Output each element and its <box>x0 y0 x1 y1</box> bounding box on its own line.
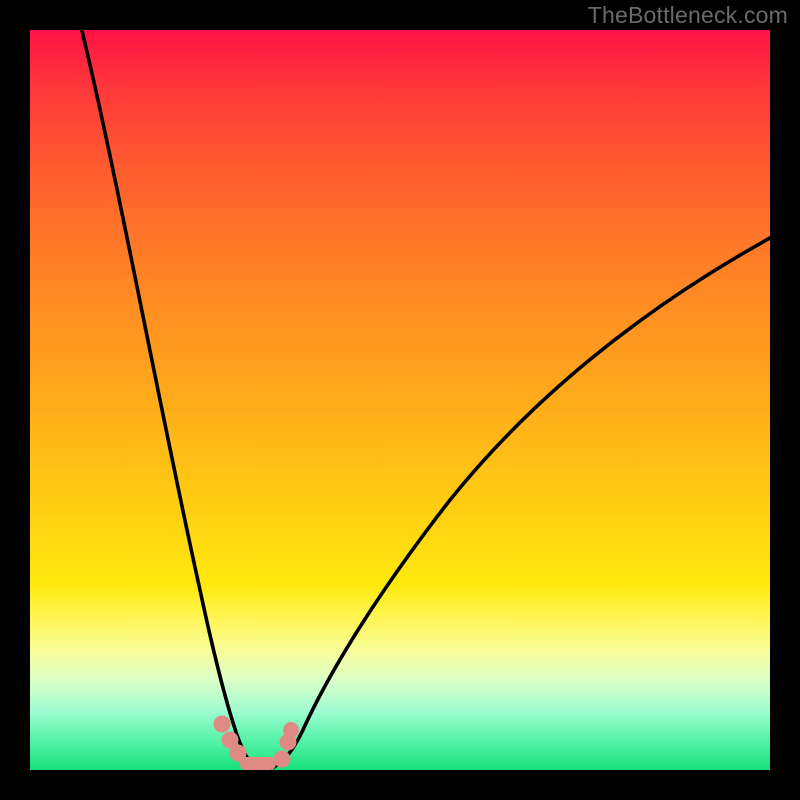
bottleneck-curve-svg <box>30 30 770 770</box>
marker-dot <box>240 757 276 770</box>
plot-area <box>30 30 770 770</box>
marker-group <box>214 716 300 771</box>
watermark-text: TheBottleneck.com <box>588 2 788 29</box>
marker-dot <box>283 722 299 738</box>
bottleneck-curve-path <box>82 30 770 769</box>
marker-dot <box>214 716 231 733</box>
marker-dot <box>274 751 291 768</box>
chart-frame: TheBottleneck.com <box>0 0 800 800</box>
